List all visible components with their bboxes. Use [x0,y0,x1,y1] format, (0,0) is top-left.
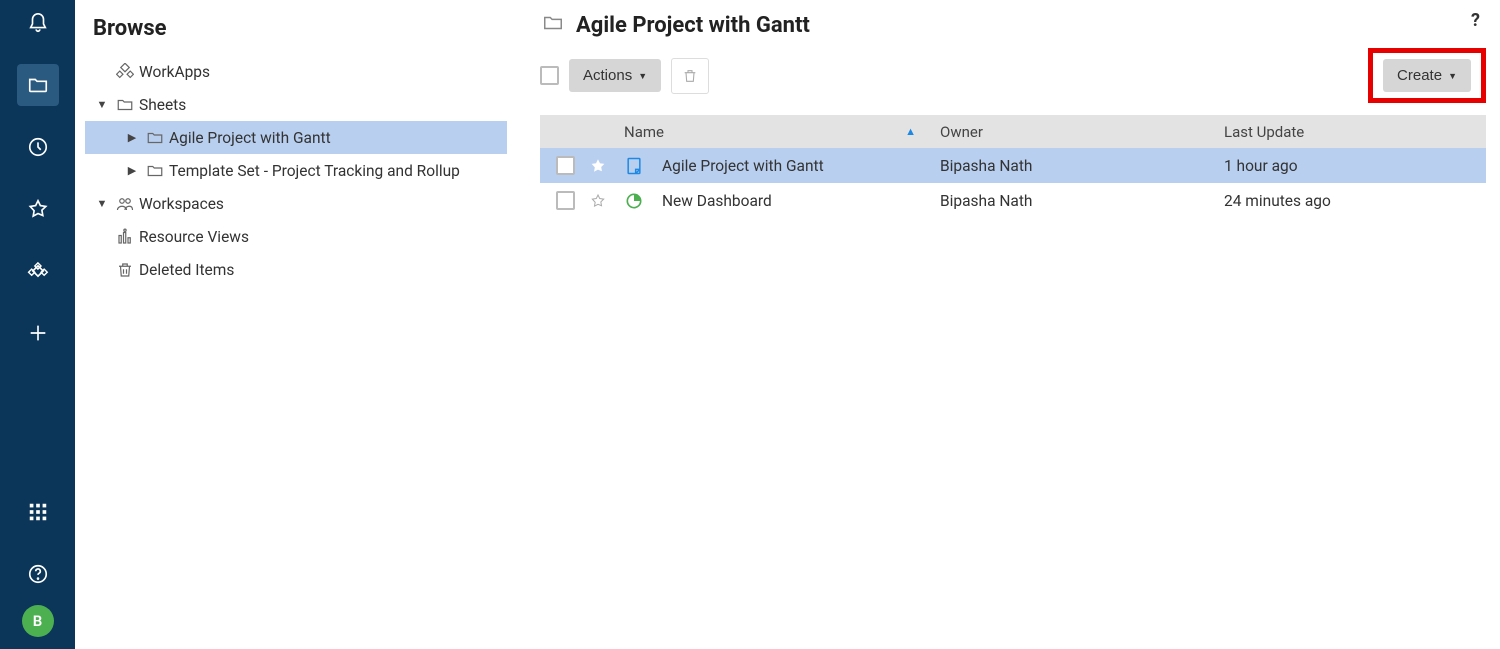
chevron-down-icon: ▼ [638,71,647,81]
select-all-checkbox[interactable] [540,66,559,85]
add-icon[interactable] [17,312,59,354]
tree-label: Agile Project with Gantt [169,129,331,147]
delete-button[interactable] [671,58,709,94]
row-owner: Bipasha Nath [930,157,1214,175]
help-icon[interactable] [17,553,59,595]
sort-asc-icon: ▲ [905,125,916,138]
notifications-icon[interactable] [17,2,59,44]
caret-down-icon[interactable]: ▼ [93,197,111,210]
tree-sheets[interactable]: ▼ Sheets [85,88,507,121]
create-label: Create [1397,67,1442,84]
row-owner: Bipasha Nath [930,192,1214,210]
row-updated: 24 minutes ago [1214,192,1486,210]
avatar[interactable]: B [22,605,54,637]
actions-label: Actions [583,67,632,84]
star-icon[interactable] [590,193,606,209]
recents-icon[interactable] [17,126,59,168]
browse-sidebar: Browse WorkApps ▼ Sheets ▶ Agile Project… [75,0,530,649]
chevron-down-icon: ▼ [1448,71,1457,81]
help-button[interactable]: ? [1471,10,1480,31]
col-name[interactable]: Name ▲ [614,123,930,141]
tree-label: Template Set - Project Tracking and Roll… [169,162,460,180]
col-name-label: Name [624,123,664,141]
browse-icon[interactable] [17,64,59,106]
app-launcher-icon[interactable] [17,491,59,533]
tree-label: Workspaces [139,195,224,213]
folder-icon [141,129,169,147]
dashboard-icon [624,191,644,211]
people-icon [111,195,139,213]
row-checkbox[interactable] [556,156,575,175]
sidebar-title: Browse [93,16,507,41]
tree-label: Deleted Items [139,261,234,279]
tree-label: WorkApps [139,63,210,81]
main-panel: ? Agile Project with Gantt Actions ▼ Cre… [530,0,1500,649]
star-icon[interactable] [590,158,606,174]
tree-label: Resource Views [139,228,249,246]
actions-button[interactable]: Actions ▼ [569,59,661,92]
trash-icon [111,261,139,279]
row-name: Agile Project with Gantt [662,157,824,175]
page-title: Agile Project with Gantt [576,13,810,38]
tree-resource[interactable]: Resource Views [85,220,507,253]
tree-agile[interactable]: ▶ Agile Project with Gantt [85,121,507,154]
nav-rail: B [0,0,75,649]
table-header: Name ▲ Owner Last Update [540,115,1486,148]
caret-down-icon[interactable]: ▼ [93,98,111,111]
table-row[interactable]: New Dashboard Bipasha Nath 24 minutes ag… [540,183,1486,218]
folder-icon [111,96,139,114]
folder-icon [141,162,169,180]
tree-workapps[interactable]: WorkApps [85,55,507,88]
workapps-tree-icon [111,63,139,81]
create-button[interactable]: Create ▼ [1383,59,1471,92]
sheet-icon [624,156,644,176]
tree-deleted[interactable]: Deleted Items [85,253,507,286]
tree-template[interactable]: ▶ Template Set - Project Tracking and Ro… [85,154,507,187]
col-last-update[interactable]: Last Update [1214,123,1486,141]
col-owner[interactable]: Owner [930,123,1214,141]
folder-icon [540,12,566,38]
toolbar: Actions ▼ Create ▼ [540,48,1486,103]
row-name: New Dashboard [662,192,772,210]
table-row[interactable]: Agile Project with Gantt Bipasha Nath 1 … [540,148,1486,183]
caret-right-icon[interactable]: ▶ [123,131,141,144]
tree-label: Sheets [139,96,186,114]
workapps-icon[interactable] [17,250,59,292]
favorites-icon[interactable] [17,188,59,230]
create-highlight: Create ▼ [1368,48,1486,103]
tree-workspaces[interactable]: ▼ Workspaces [85,187,507,220]
resource-icon [111,228,139,246]
row-updated: 1 hour ago [1214,157,1486,175]
items-table: Name ▲ Owner Last Update Agile Project w… [540,115,1486,218]
row-checkbox[interactable] [556,191,575,210]
caret-right-icon[interactable]: ▶ [123,164,141,177]
